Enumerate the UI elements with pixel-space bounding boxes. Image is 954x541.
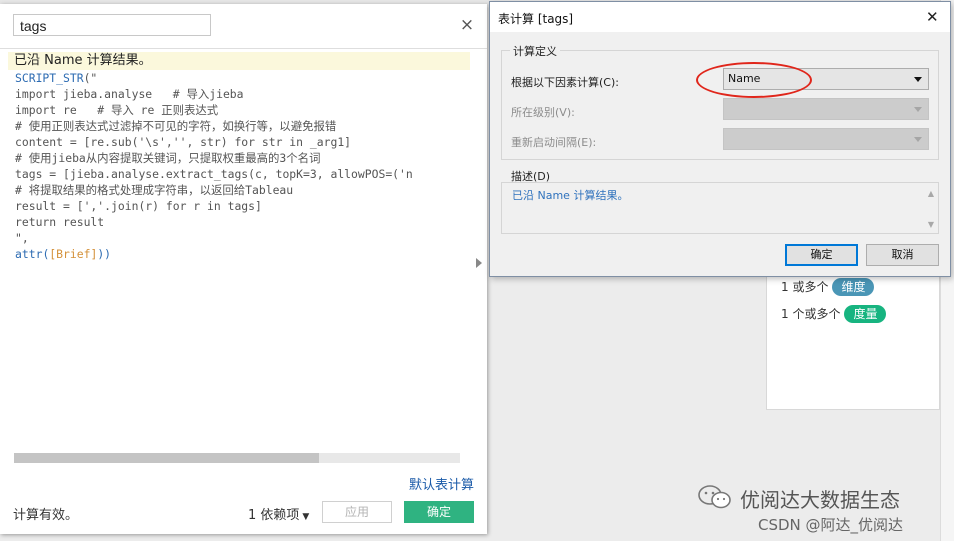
legend-dimension-text: 1 或多个 bbox=[781, 280, 829, 294]
scrollbar-thumb[interactable] bbox=[14, 453, 319, 463]
code-token: # 将提取结果的格式处理成字符串，以返回给Tableau bbox=[15, 183, 294, 197]
code-token: # 使用jieba从内容提取关键词，只提取权重最高的3个名词 bbox=[15, 151, 321, 165]
code-token: import jieba.analyse # 导入jieba bbox=[15, 87, 244, 101]
code-line: # 使用正则表达式过滤掉不可见的字符，如换行等，以避免报错 bbox=[15, 118, 470, 134]
level-select bbox=[723, 98, 929, 120]
code-token: # 使用正则表达式过滤掉不可见的字符，如换行等，以避免报错 bbox=[15, 119, 337, 133]
code-token: content = [re.sub('\s','', str) for str … bbox=[15, 135, 352, 149]
chevron-down-icon bbox=[914, 107, 922, 112]
code-line: SCRIPT_STR(" bbox=[15, 70, 470, 86]
code-line: return result bbox=[15, 214, 470, 230]
watermark-title: 优阅达大数据生态 bbox=[740, 488, 900, 512]
dialog-titlebar: 表计算 [tags] ✕ bbox=[490, 2, 950, 32]
scroll-down-icon[interactable]: ▼ bbox=[928, 220, 934, 229]
code-line: # 使用jieba从内容提取关键词，只提取权重最高的3个名词 bbox=[15, 150, 470, 166]
description-text: 已沿 Name 计算结果。 bbox=[512, 189, 629, 202]
close-icon[interactable]: × bbox=[458, 16, 476, 34]
code-token: )) bbox=[97, 247, 112, 260]
code-line: tags = [jieba.analyse.extract_tags(c, to… bbox=[15, 166, 470, 182]
compute-using-label: 根据以下因素计算(C): bbox=[511, 76, 619, 89]
watermark-author: CSDN @阿达_优阅达 bbox=[758, 516, 904, 534]
code-token: return result bbox=[15, 215, 105, 229]
field-type-legend: 1 或多个 维度 1 个或多个 度量 bbox=[766, 270, 940, 410]
compute-status-hint: 已沿 Name 计算结果。 bbox=[8, 52, 470, 70]
code-token: SCRIPT_STR bbox=[15, 71, 84, 85]
calculation-name-input[interactable]: tags bbox=[13, 14, 211, 36]
restart-every-select bbox=[723, 128, 929, 150]
code-line: result = [','.join(r) for r in tags] bbox=[15, 198, 470, 214]
code-line: import jieba.analyse # 导入jieba bbox=[15, 86, 470, 102]
divider bbox=[0, 48, 487, 49]
apply-button[interactable]: 应用 bbox=[322, 501, 392, 523]
code-token: attr bbox=[15, 247, 43, 260]
description-box[interactable]: 已沿 Name 计算结果。 ▲ ▼ bbox=[501, 182, 939, 234]
legend-measure-text: 1 个或多个 bbox=[781, 307, 841, 321]
code-line: content = [re.sub('\s','', str) for str … bbox=[15, 134, 470, 150]
horizontal-scrollbar[interactable] bbox=[14, 453, 460, 463]
code-line: # 将提取结果的格式处理成字符串，以返回给Tableau bbox=[15, 182, 470, 198]
restart-every-label: 重新启动间隔(E): bbox=[511, 136, 597, 149]
code-token: result = [','.join(r) for r in tags] bbox=[15, 199, 262, 213]
highlight-ellipse bbox=[696, 62, 812, 98]
ok-button[interactable]: 确定 bbox=[404, 501, 474, 523]
dimension-pill: 维度 bbox=[832, 278, 875, 296]
default-table-calculation-link[interactable]: 默认表计算 bbox=[409, 474, 474, 493]
chevron-down-icon bbox=[914, 77, 922, 82]
dependencies-dropdown[interactable]: 1 依赖项 ▼ bbox=[248, 504, 309, 523]
dependencies-label: 1 依赖项 bbox=[248, 508, 300, 523]
code-token: (" bbox=[83, 71, 98, 85]
chevron-down-icon bbox=[914, 137, 922, 142]
expand-panel-arrow-icon[interactable] bbox=[476, 258, 482, 268]
dialog-title: 表计算 [tags] bbox=[498, 12, 574, 26]
measure-pill: 度量 bbox=[844, 305, 887, 323]
dialog-close-icon[interactable]: ✕ bbox=[926, 8, 939, 26]
code-line: attr([Brief])) bbox=[15, 246, 470, 260]
dialog-cancel-button[interactable]: 取消 bbox=[866, 244, 939, 266]
legend-row-dimension: 1 或多个 维度 bbox=[781, 278, 875, 296]
legend-row-measure: 1 个或多个 度量 bbox=[781, 305, 887, 323]
code-token: import re # 导入 re 正则表达式 bbox=[15, 103, 219, 117]
group-title: 计算定义 bbox=[510, 43, 560, 59]
code-line: import re # 导入 re 正则表达式 bbox=[15, 102, 470, 118]
table-calculation-dialog: 表计算 [tags] ✕ 计算定义 根据以下因素计算(C): Name 所在级别… bbox=[489, 1, 951, 277]
wechat-icon bbox=[698, 485, 731, 509]
level-label: 所在级别(V): bbox=[511, 106, 575, 119]
code-token: tags = [jieba.analyse.extract_tags(c, to… bbox=[15, 167, 413, 181]
scroll-up-icon[interactable]: ▲ bbox=[928, 189, 934, 198]
dialog-ok-button[interactable]: 确定 bbox=[785, 244, 858, 266]
code-line: ", bbox=[15, 230, 470, 246]
code-token: ", bbox=[15, 231, 29, 245]
formula-editor[interactable]: SCRIPT_STR(" import jieba.analyse # 导入jie… bbox=[15, 70, 470, 260]
caret-down-icon: ▼ bbox=[302, 512, 310, 522]
validity-status: 计算有效。 bbox=[13, 508, 79, 523]
calculation-editor: tags × 已沿 Name 计算结果。 SCRIPT_STR(" import … bbox=[0, 4, 487, 534]
code-token: [Brief] bbox=[49, 247, 98, 260]
